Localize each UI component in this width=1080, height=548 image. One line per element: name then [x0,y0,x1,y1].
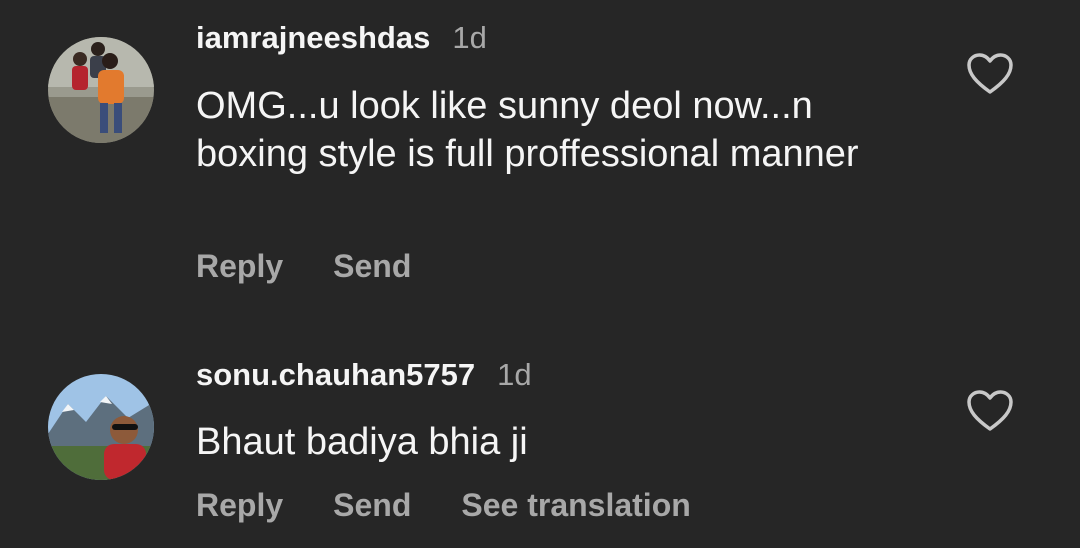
see-translation-button[interactable]: See translation [461,487,690,524]
username[interactable]: iamrajneeshdas [196,20,430,56]
heart-outline-icon[interactable] [966,389,1014,433]
user-avatar[interactable] [48,374,154,480]
user-avatar[interactable] [48,37,154,143]
reply-button[interactable]: Reply [196,487,283,524]
timestamp: 1d [452,20,487,55]
comment-header: sonu.chauhan5757 1d [196,357,532,393]
heart-outline-icon[interactable] [966,52,1014,96]
send-button[interactable]: Send [333,487,411,524]
send-button[interactable]: Send [333,248,411,285]
comment-actions: Reply Send [196,248,461,285]
username[interactable]: sonu.chauhan5757 [196,357,475,393]
comment-text: Bhaut badiya bhia ji [196,421,528,463]
comment-text: OMG...u look like sunny deol now...n box… [196,85,859,175]
timestamp: 1d [497,357,532,392]
comment-actions: Reply Send See translation [196,487,741,524]
reply-button[interactable]: Reply [196,248,283,285]
comment-header: iamrajneeshdas 1d [196,20,487,56]
